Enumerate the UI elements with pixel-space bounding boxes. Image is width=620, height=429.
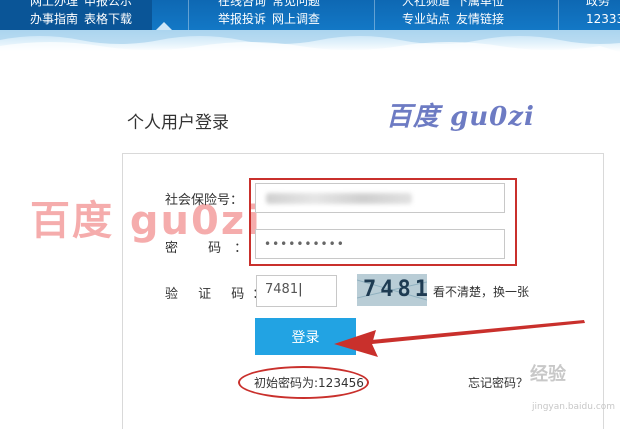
jingyan-url: jingyan.baidu.com [532,402,616,412]
jingyan-logo: 经验 [530,364,566,385]
annotation-arrow-icon [334,320,585,357]
